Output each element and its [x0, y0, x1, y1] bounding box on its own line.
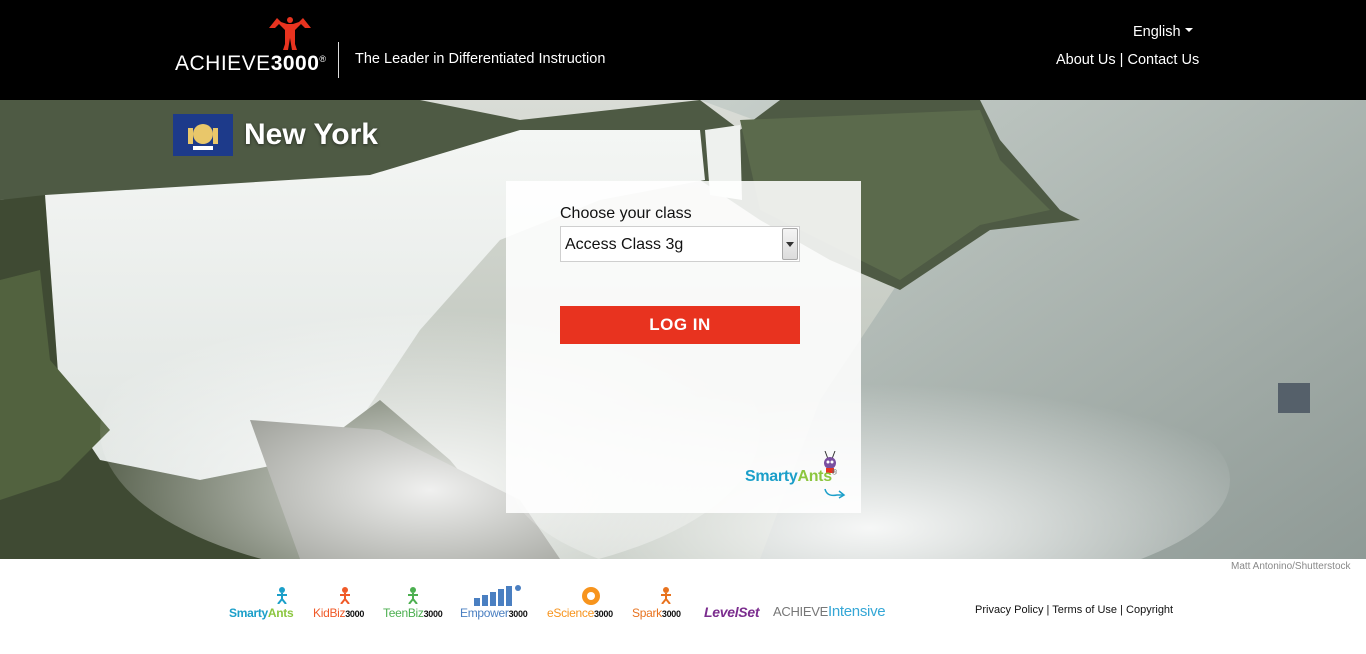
spark-figure-icon [661, 587, 671, 604]
header-divider [338, 42, 339, 78]
caret-down-icon [1184, 28, 1193, 33]
select-arrow-icon[interactable] [782, 228, 798, 260]
about-us-link[interactable]: About Us [1056, 52, 1116, 68]
copyright-link[interactable]: Copyright [1126, 604, 1173, 616]
footer-ants-text: Ants [267, 606, 294, 620]
footer-empower-3000: 3000 [508, 609, 528, 619]
achieve3000-logo[interactable]: ACHIEVE3000® [175, 14, 327, 76]
terms-of-use-link[interactable]: Terms of Use [1052, 604, 1117, 616]
achieve3000-figure-icon [269, 17, 311, 50]
flag-seal-icon [173, 114, 233, 156]
logo-thin-text: ACHIEVE [175, 52, 271, 75]
state-name: New York [244, 118, 378, 151]
footer-escience-3000: 3000 [593, 609, 613, 619]
footer-links: Privacy Policy | Terms of Use | Copyrigh… [975, 604, 1173, 616]
footer-spark-text: Spark [632, 606, 662, 620]
smarty-text: Smarty [745, 468, 798, 485]
empower-bars-icon [474, 585, 521, 606]
smartyants-wordmark: SmartyAnts® [745, 468, 837, 486]
language-dropdown[interactable]: English [1133, 24, 1193, 40]
login-panel: Choose your class Access Class 3g LOG IN… [506, 181, 861, 513]
link-separator: | [1115, 52, 1128, 68]
top-bar: ACHIEVE3000® The Leader in Differentiate… [0, 0, 1366, 100]
smartyants-logo[interactable]: SmartyAnts® [745, 451, 855, 503]
footer-achieve-text: ACHIEVE [773, 604, 828, 619]
class-select-value: Access Class 3g [565, 236, 684, 253]
footer-logo-spark[interactable]: Spark3000 [632, 584, 692, 620]
kidbiz-figure-icon [340, 587, 350, 604]
footer-intensive-text: Intensive [827, 603, 886, 620]
logo-registered-mark: ® [319, 54, 327, 64]
ants-text: Ants [797, 468, 832, 485]
logo-wordmark: ACHIEVE3000® [175, 52, 327, 76]
footer-empower-text: Empower [460, 606, 509, 620]
footer-teenbiz-3000: 3000 [423, 609, 443, 619]
log-in-button[interactable]: LOG IN [560, 306, 800, 344]
tagline: The Leader in Differentiated Instruction [355, 51, 606, 67]
footer-logo-escience[interactable]: eScience3000 [547, 584, 621, 620]
footer-logo-empower[interactable]: Empower3000 [460, 584, 538, 620]
footer-kidbiz-text: KidBiz [313, 606, 346, 620]
photo-credit: Matt Antonino/Shutterstock [1231, 561, 1351, 572]
logo-bold-text: 3000 [270, 52, 320, 75]
choose-class-label: Choose your class [560, 205, 692, 222]
footer-logo-levelset[interactable]: LevelSet [704, 584, 762, 620]
footer-product-logos: SmartyAnts KidBiz3000 TeenBiz3000 Empowe… [229, 584, 899, 620]
class-select[interactable]: Access Class 3g [560, 226, 800, 262]
footer-logo-smartyants[interactable]: SmartyAnts [229, 584, 301, 620]
footer-logo-kidbiz[interactable]: KidBiz3000 [313, 584, 373, 620]
smartyants-figure-icon [277, 587, 287, 604]
new-york-flag-icon [173, 114, 233, 156]
footer-logo-achieve-intensive[interactable]: ACHIEVEIntensive [773, 584, 899, 620]
language-label: English [1133, 24, 1181, 40]
footer-escience-text: eScience [547, 606, 594, 620]
arrow-right-icon [824, 488, 846, 499]
footer-separator: | [1043, 604, 1053, 616]
footer-teenbiz-text: TeenBiz [383, 606, 424, 620]
privacy-policy-link[interactable]: Privacy Policy [975, 604, 1043, 616]
footer-logo-teenbiz[interactable]: TeenBiz3000 [383, 584, 449, 620]
footer-spark-3000: 3000 [661, 609, 681, 619]
footer-levelset-text: LevelSet [704, 604, 760, 620]
footer-smarty-text: Smarty [229, 606, 268, 620]
smarty-registered-mark: ® [831, 469, 837, 477]
teenbiz-figure-icon [408, 587, 418, 604]
escience-figure-icon [582, 587, 600, 605]
contact-us-link[interactable]: Contact Us [1127, 52, 1199, 68]
footer-kidbiz-3000: 3000 [345, 609, 365, 619]
footer-separator: | [1117, 604, 1127, 616]
top-links: About Us | Contact Us [1056, 52, 1199, 68]
